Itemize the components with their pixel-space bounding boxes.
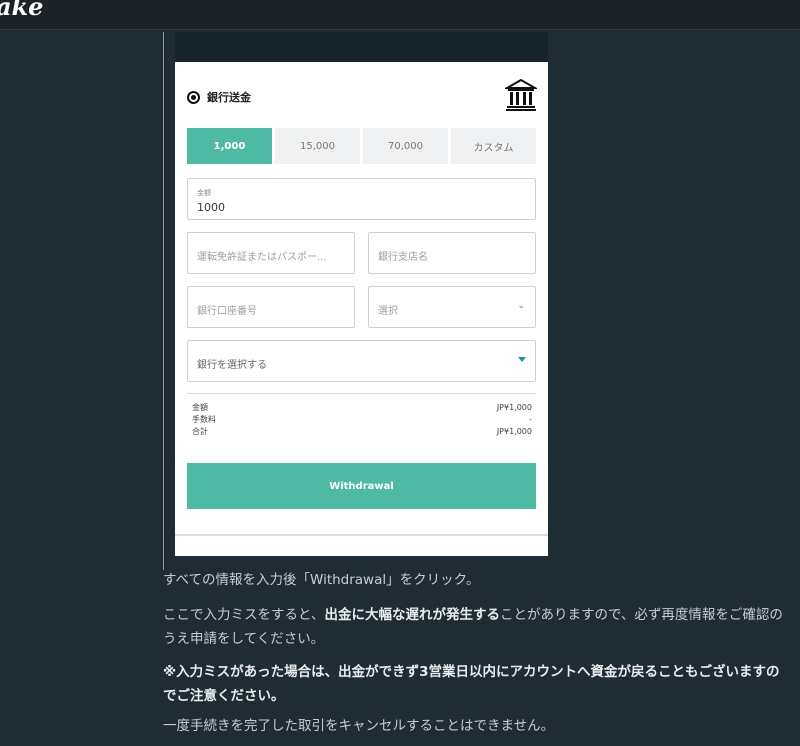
top-bar: ake (0, 0, 800, 30)
summary-label: 手数料 (192, 415, 216, 424)
bank-icon (505, 78, 537, 111)
select-placeholder: 選択 (378, 306, 398, 317)
account-placeholder: 銀行口座番号 (197, 306, 257, 317)
license-placeholder: 運転免許証またはパスポー... (197, 252, 327, 263)
bank-placeholder: 銀行を選択する (197, 360, 267, 371)
summary-value: JP¥1,000 (496, 403, 532, 412)
bank-select[interactable]: 銀行を選択する (187, 340, 536, 382)
cancel-note-text: 一度手続きを完了した取引をキャンセルすることはできません。 (163, 718, 555, 734)
quote-border (163, 32, 164, 570)
summary-row: 金額 JP¥1,000 (192, 402, 532, 414)
payment-method-row[interactable]: 銀行送金 (187, 78, 537, 112)
instruction-text: すべての情報を入力後「Withdrawal」をクリック。 (163, 572, 480, 588)
method-label: 銀行送金 (207, 91, 251, 104)
summary-value: JP¥1,000 (496, 427, 532, 436)
phone-header (175, 32, 548, 62)
phone-bottom-divider (175, 534, 548, 536)
summary: 金額 JP¥1,000 手数料 - 合計 JP¥1,000 (192, 402, 532, 438)
summary-row: 手数料 - (192, 414, 532, 426)
summary-label: 合計 (192, 427, 208, 436)
amount-field[interactable]: 金額 1000 (187, 178, 536, 220)
summary-divider (187, 393, 536, 394)
site-logo[interactable]: ake (0, 0, 43, 21)
radio-selected-icon[interactable] (187, 90, 200, 104)
dropdown-arrow-icon (518, 357, 526, 362)
amount-field-label: 金額 (197, 189, 211, 197)
withdrawal-button[interactable]: Withdrawal (187, 463, 536, 509)
summary-value: - (529, 415, 532, 424)
amount-option-15000[interactable]: 15,000 (275, 128, 360, 164)
branch-input[interactable]: 銀行支店名 (368, 232, 536, 274)
warning-pre: ここで入力ミスをすると、 (163, 607, 325, 623)
warning-emphasis: 出金に大幅な遅れが発生する (324, 607, 500, 623)
branch-placeholder: 銀行支店名 (378, 252, 428, 263)
amount-option-custom[interactable]: カスタム (451, 128, 536, 164)
account-number-input[interactable]: 銀行口座番号 (187, 286, 355, 328)
amount-option-1000[interactable]: 1,000 (187, 128, 272, 164)
warning-paragraph: ここで入力ミスをすると、出金に大幅な遅れが発生することがありますので、必ず再度情… (163, 603, 783, 651)
amount-option-70000[interactable]: 70,000 (363, 128, 448, 164)
account-type-select[interactable]: 選択 ⌄ (368, 286, 536, 328)
amount-field-value: 1000 (197, 201, 225, 214)
amount-options: 1,000 15,000 70,000 カスタム (187, 128, 536, 164)
summary-label: 金額 (192, 403, 208, 412)
withdraw-screenshot: 銀行送金 1,000 15,000 70,000 カスタム 金額 1000 運転… (175, 32, 548, 556)
chevron-down-icon: ⌄ (517, 301, 525, 311)
note-text: ※入力ミスがあった場合は、出金ができず3営業日以内にアカウントへ資金が戻ることも… (163, 664, 780, 704)
license-input[interactable]: 運転免許証またはパスポー... (187, 232, 355, 274)
summary-row: 合計 JP¥1,000 (192, 426, 532, 438)
